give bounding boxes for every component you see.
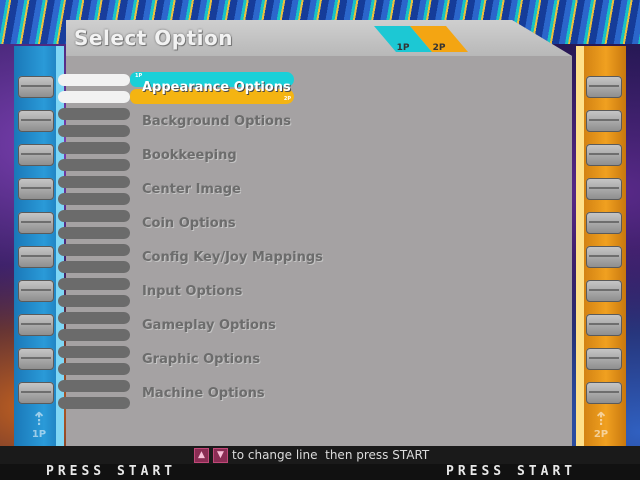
column-slot [586, 110, 622, 132]
column-slot [586, 246, 622, 268]
column-slot [18, 178, 54, 200]
column-slot [586, 212, 622, 234]
player2-column-edge [576, 46, 584, 446]
player2-cursor-tag: 2P [283, 96, 291, 102]
column-slot [18, 144, 54, 166]
menu-item-center-image[interactable]: Center Image [142, 182, 241, 202]
player2-badge-label: 2P [593, 429, 609, 440]
player1-column: ⇡ 1P [14, 46, 64, 446]
menu-item-machine-options[interactable]: Machine Options [142, 386, 265, 406]
row-marker [58, 210, 130, 222]
menu-item-config-key-joy-mappings[interactable]: Config Key/Joy Mappings [142, 250, 323, 270]
row-marker [58, 329, 130, 341]
menu-item-input-options[interactable]: Input Options [142, 284, 242, 304]
menu-item-coin-options[interactable]: Coin Options [142, 216, 236, 236]
column-slot [18, 76, 54, 98]
up-arrow-icon: ⇡ [593, 409, 609, 430]
column-slot [586, 178, 622, 200]
column-slot [586, 382, 622, 404]
row-marker [58, 108, 130, 120]
row-marker [58, 261, 130, 273]
player1-cursor-tag: 1P [135, 73, 143, 79]
page-title: Select Option [74, 26, 233, 50]
row-marker [58, 159, 130, 171]
press-start-player2: PRESS START [446, 464, 577, 479]
row-marker [58, 176, 130, 188]
column-slot [586, 280, 622, 302]
column-slot [18, 110, 54, 132]
press-start-player1: PRESS START [46, 464, 177, 479]
column-slot [586, 144, 622, 166]
player1-badge: ⇡ 1P [14, 409, 64, 441]
row-marker-selected [58, 91, 130, 103]
row-marker [58, 397, 130, 409]
menu-item-label: Appearance Options [142, 80, 291, 95]
column-slot [18, 280, 54, 302]
hint-text: to change line then press START [232, 448, 430, 462]
player2-badge: ⇡ 2P [576, 409, 626, 441]
menu-item-selected[interactable]: 1P 2P Appearance Options [130, 72, 294, 104]
row-marker [58, 193, 130, 205]
navigation-hint: ▲ ▼ to change line then press START [194, 447, 429, 463]
menu-item-gameplay-options[interactable]: Gameplay Options [142, 318, 276, 338]
row-marker [58, 295, 130, 307]
column-slot [18, 314, 54, 336]
row-marker [58, 142, 130, 154]
menu-item-bookkeeping[interactable]: Bookkeeping [142, 148, 237, 168]
column-slot [18, 212, 54, 234]
column-slot [18, 382, 54, 404]
row-marker [58, 125, 130, 137]
menu-item-graphic-options[interactable]: Graphic Options [142, 352, 260, 372]
row-marker [58, 244, 130, 256]
row-marker [58, 312, 130, 324]
row-marker [58, 346, 130, 358]
row-marker [58, 380, 130, 392]
up-arrow-icon: ⇡ [31, 409, 47, 430]
column-slot [18, 246, 54, 268]
column-slot [586, 348, 622, 370]
up-key-icon: ▲ [194, 447, 209, 463]
column-slot [586, 314, 622, 336]
row-marker [58, 278, 130, 290]
column-slot [586, 76, 622, 98]
player1-badge-label: 1P [31, 429, 47, 440]
player2-column: ⇡ 2P [576, 46, 626, 446]
row-marker [58, 227, 130, 239]
column-slot [18, 348, 54, 370]
row-marker-selected [58, 74, 130, 86]
row-marker [58, 363, 130, 375]
down-key-icon: ▼ [213, 447, 228, 463]
menu-item-background-options[interactable]: Background Options [142, 114, 291, 134]
